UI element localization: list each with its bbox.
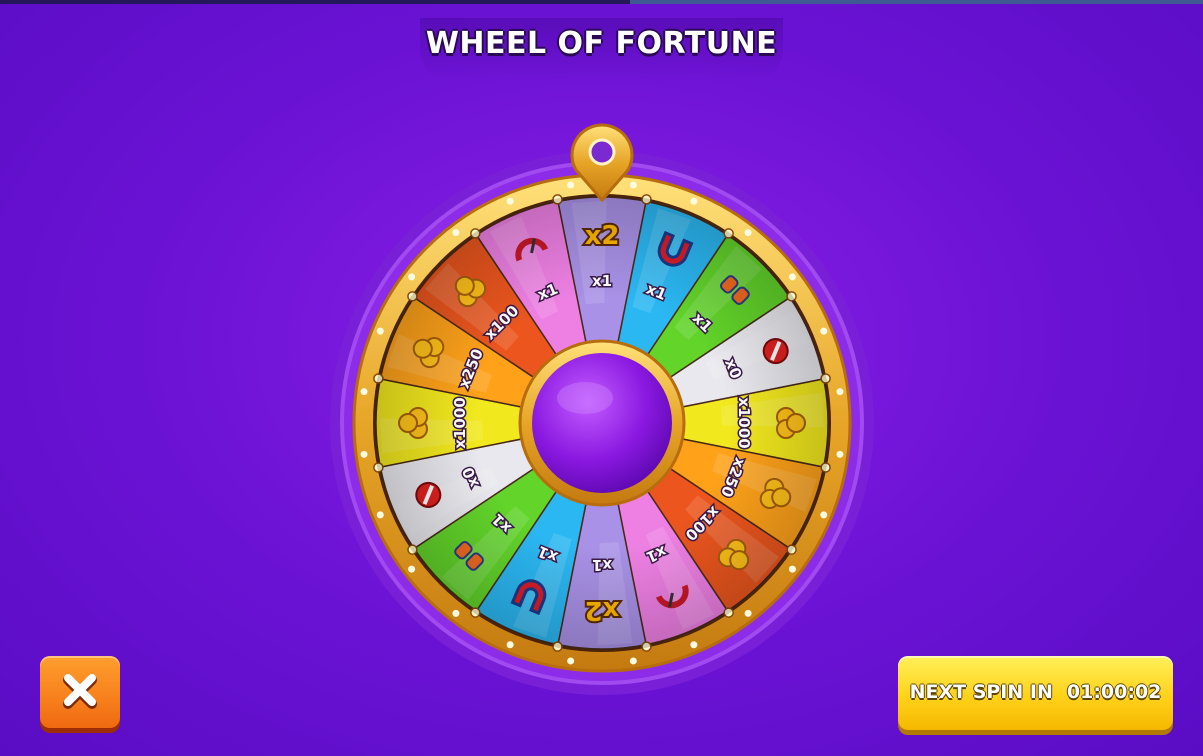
spin-hub[interactable] (532, 353, 672, 493)
rim-light-23 (567, 181, 575, 189)
hub-shine (557, 382, 613, 414)
rim-light-8 (788, 565, 796, 573)
rim-light-0 (629, 181, 637, 189)
rim-light-11 (629, 657, 637, 665)
rim-light-10 (690, 641, 698, 649)
fortune-wheel[interactable]: x2x1x1x1x0x1000x250x100x1x2x1x1x1x0x1000… (0, 0, 1203, 756)
rim-light-22 (506, 197, 514, 205)
close-button[interactable] (40, 656, 120, 728)
rim-light-1 (690, 197, 698, 205)
rim-light-21 (452, 229, 460, 237)
rim-light-2 (744, 229, 752, 237)
rim-light-19 (376, 327, 384, 335)
rim-light-20 (408, 273, 416, 281)
rim-light-9 (744, 609, 752, 617)
next-spin-text: NEXT SPIN IN 01:00:02 (898, 681, 1173, 703)
rim-light-17 (360, 450, 368, 458)
rim-light-7 (820, 511, 828, 519)
rim-light-4 (820, 327, 828, 335)
rim-light-6 (836, 450, 844, 458)
rim-light-18 (360, 388, 368, 396)
close-icon (63, 674, 97, 709)
next-spin-timer: 01:00:02 (1066, 681, 1162, 703)
rim-light-3 (788, 273, 796, 281)
rim-light-16 (376, 511, 384, 519)
next-spin-button[interactable]: NEXT SPIN IN 01:00:02 (898, 656, 1173, 730)
rim-light-5 (836, 388, 844, 396)
rim-light-14 (452, 609, 460, 617)
next-spin-label: NEXT SPIN IN (909, 681, 1053, 703)
rim-light-15 (408, 565, 416, 573)
rim-light-12 (567, 657, 575, 665)
rim-light-13 (506, 641, 514, 649)
